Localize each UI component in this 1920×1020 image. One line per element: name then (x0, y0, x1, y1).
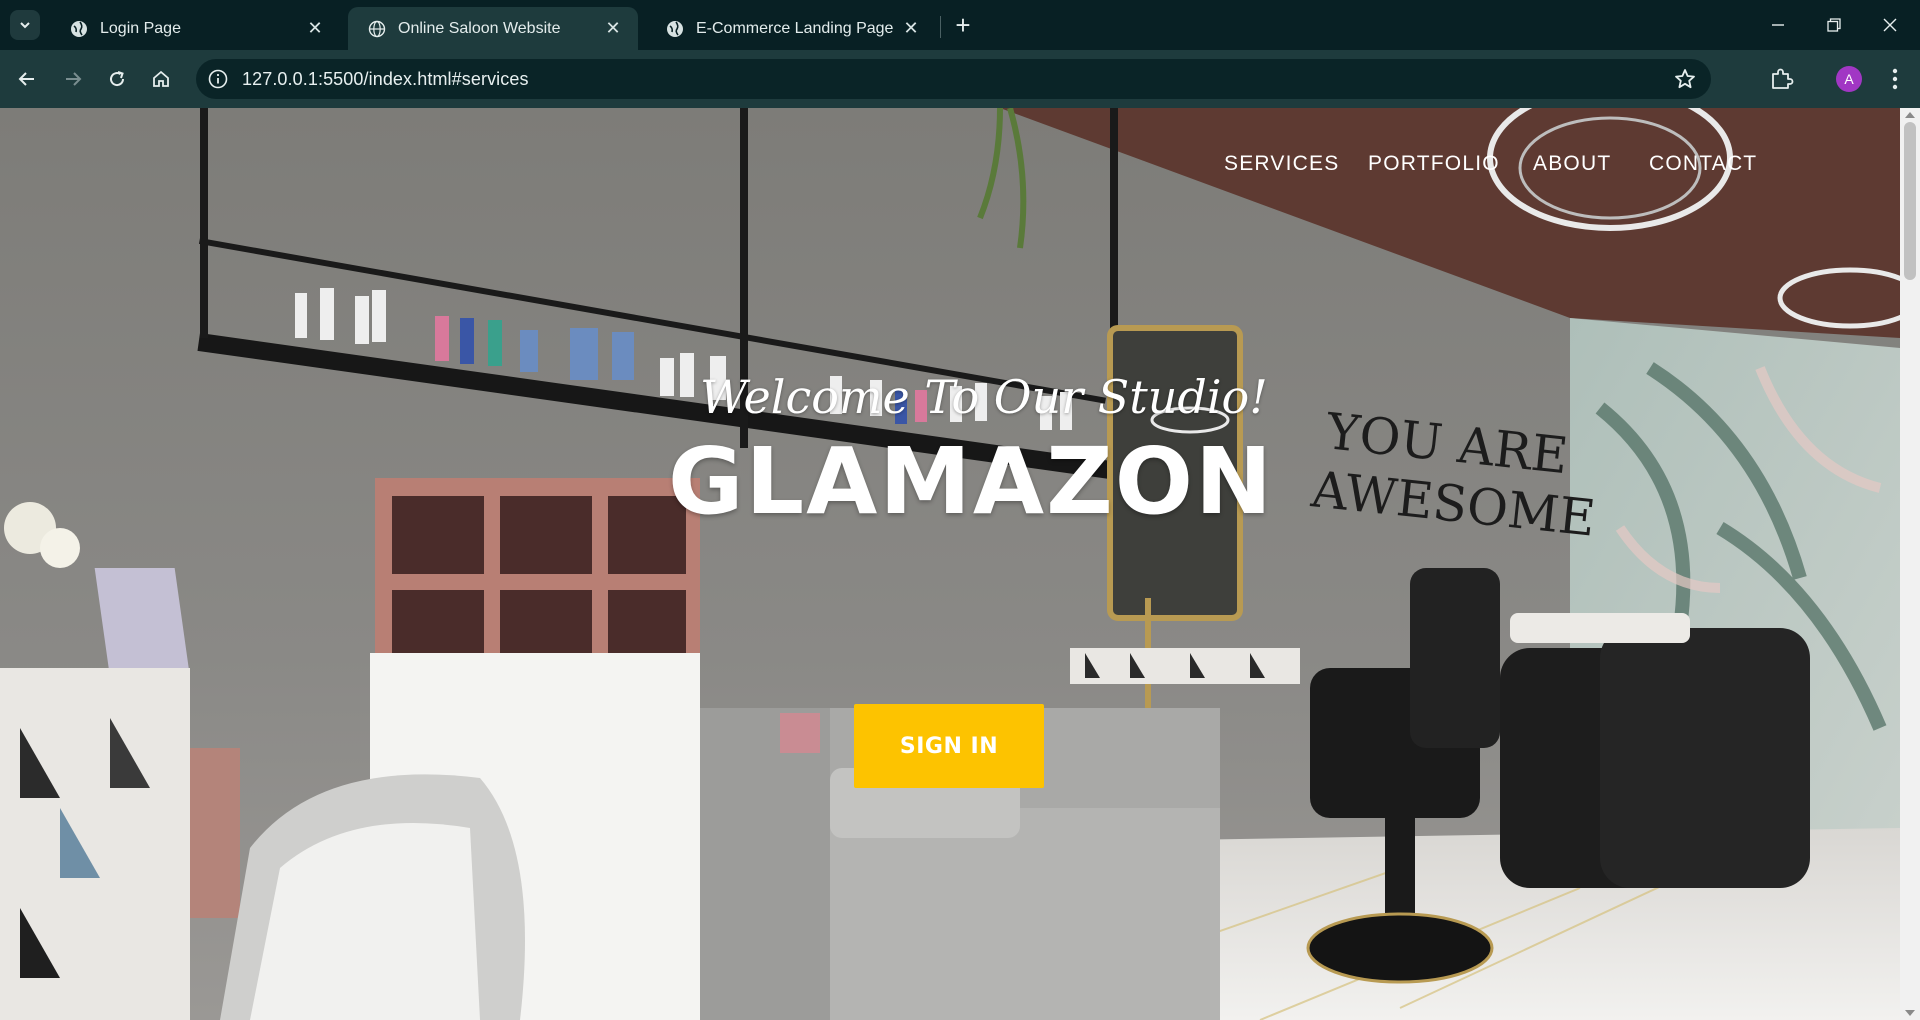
extensions-puzzle-icon[interactable] (1766, 64, 1796, 94)
globe-icon (368, 20, 386, 37)
scroll-down-arrow-icon[interactable] (1905, 1010, 1915, 1016)
globe-icon (667, 20, 683, 37)
page-scrollbar[interactable] (1900, 108, 1920, 1020)
nav-services-link[interactable]: SERVICES (1224, 152, 1339, 176)
tab-title: Login Page (100, 19, 181, 37)
tab-online-saloon-website[interactable]: Online Saloon Website ✕ (348, 7, 638, 50)
restore-icon (1827, 18, 1841, 32)
globe-icon (71, 20, 87, 37)
home-icon (153, 70, 169, 87)
profile-avatar[interactable]: A (1836, 66, 1862, 92)
salon-background-image: YOU ARE AWESOME (0, 108, 1900, 1020)
sign-in-button[interactable]: SIGN IN (854, 704, 1044, 788)
back-button[interactable] (10, 62, 44, 96)
reload-button[interactable] (100, 62, 134, 96)
forward-button[interactable] (56, 62, 90, 96)
page-viewport: YOU ARE AWESOME SERVICES PORTFOLIO ABOUT… (0, 108, 1920, 1020)
tab-search-button[interactable] (10, 10, 40, 40)
close-icon[interactable]: ✕ (304, 18, 326, 40)
close-icon[interactable]: ✕ (900, 18, 922, 40)
minimize-icon (1772, 24, 1784, 26)
nav-contact-link[interactable]: CONTACT (1649, 152, 1757, 176)
avatar-initial: A (1844, 71, 1854, 87)
close-icon (1883, 18, 1897, 32)
hero-section: YOU ARE AWESOME SERVICES PORTFOLIO ABOUT… (0, 108, 1900, 1020)
tab-title: Online Saloon Website (398, 19, 561, 37)
more-vertical-icon (1892, 68, 1898, 90)
site-info-icon[interactable] (206, 67, 230, 91)
tab-login-page[interactable]: Login Page ✕ (50, 7, 340, 50)
close-icon[interactable]: ✕ (602, 18, 624, 40)
browser-menu-button[interactable] (1880, 64, 1910, 94)
browser-toolbar: 127.0.0.1:5500/index.html#services A (0, 50, 1920, 108)
arrow-left-icon (18, 72, 34, 86)
plus-icon: + (955, 9, 971, 40)
restore-button[interactable] (1806, 0, 1862, 50)
url-text[interactable]: 127.0.0.1:5500/index.html#services (242, 69, 529, 90)
tab-ecommerce-landing-page[interactable]: E-Commerce Landing Page ✕ (646, 7, 936, 50)
tab-divider (940, 16, 941, 38)
browser-tab-strip: Login Page ✕ Online Saloon Website ✕ E-C… (0, 0, 1920, 50)
reload-icon (110, 71, 125, 87)
scrollbar-thumb[interactable] (1904, 122, 1916, 280)
minimize-button[interactable] (1750, 0, 1806, 50)
hero-tagline: Welcome To Our Studio! (700, 370, 1268, 424)
new-tab-button[interactable]: + (948, 10, 978, 40)
close-window-button[interactable] (1862, 0, 1918, 50)
scroll-up-arrow-icon[interactable] (1905, 112, 1915, 118)
address-bar[interactable]: 127.0.0.1:5500/index.html#services (196, 59, 1711, 99)
hero-brand-title: GLAMAZON (668, 428, 1275, 535)
chevron-down-icon (20, 22, 30, 29)
home-button[interactable] (144, 62, 178, 96)
nav-about-link[interactable]: ABOUT (1533, 152, 1611, 176)
bookmark-star-icon[interactable] (1673, 67, 1697, 91)
tab-title: E-Commerce Landing Page (696, 19, 894, 37)
nav-portfolio-link[interactable]: PORTFOLIO (1368, 152, 1500, 176)
arrow-right-icon (66, 72, 82, 86)
